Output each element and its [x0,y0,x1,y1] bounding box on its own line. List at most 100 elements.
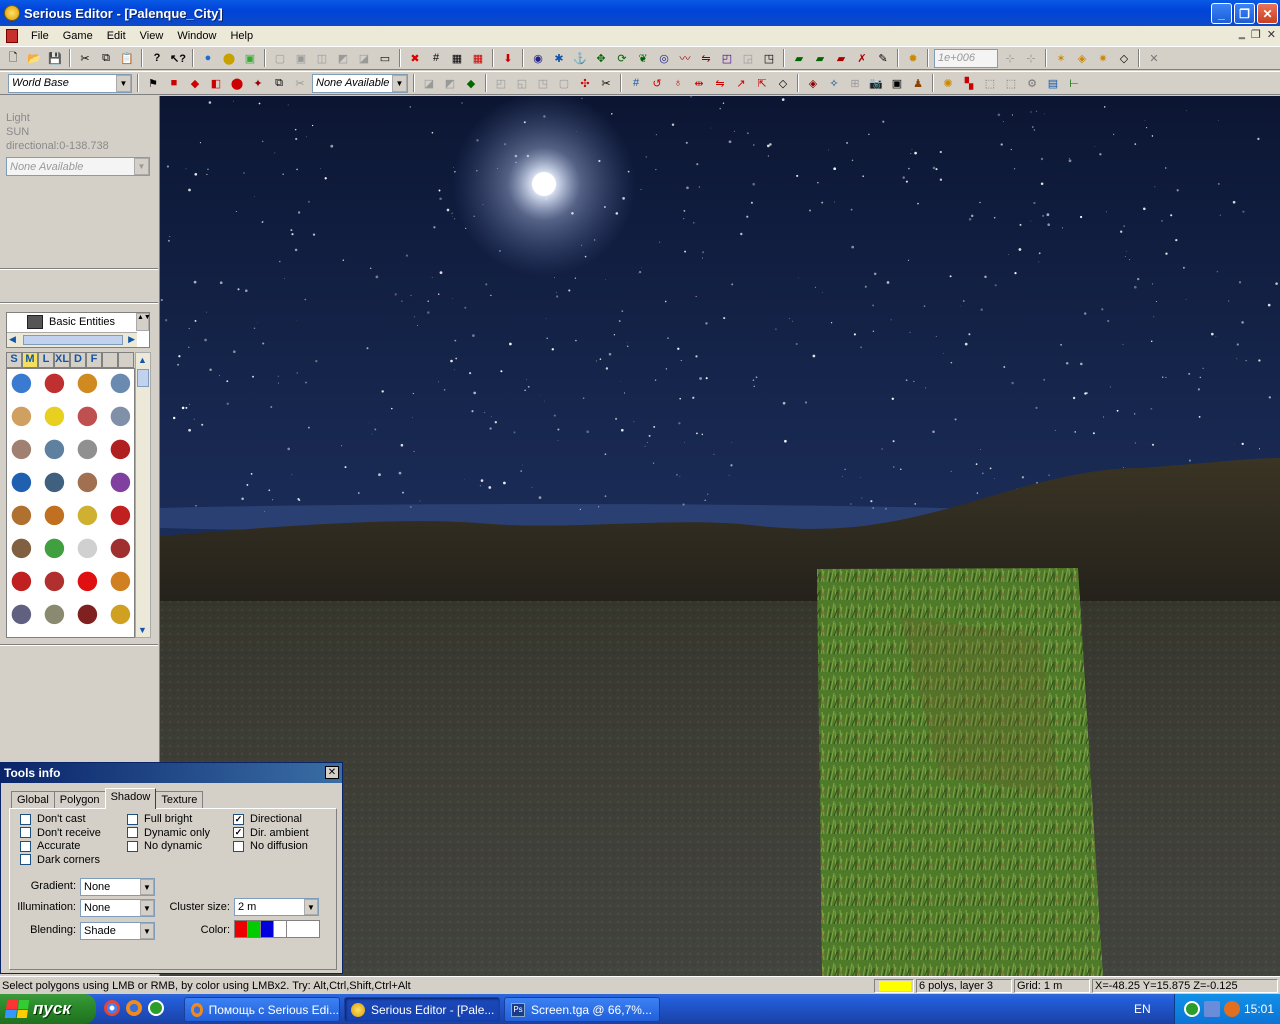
entity-thumbnail[interactable] [40,600,72,632]
gradient-combo[interactable]: None ▼ [80,878,155,896]
snap-grid-icon[interactable]: # [427,49,445,67]
grid-vscrollbar[interactable]: ▲ ▼ [135,352,151,638]
task-serious-editor[interactable]: Serious Editor - [Pale... [344,997,500,1022]
rotate-icon[interactable]: ⟳ [613,49,631,67]
snap-icon[interactable]: ⊹ [1001,49,1019,67]
entity-thumbnail[interactable] [7,402,39,434]
star-icon[interactable]: ✶ [1052,49,1070,67]
color-preview[interactable] [287,921,319,937]
lights-icon[interactable]: ✹ [904,49,922,67]
title-bar[interactable]: Serious Editor - [Palenque_City] _ ❐ ✕ [0,0,1280,26]
colors-icon[interactable]: ▚ [960,74,978,92]
checkbox-box[interactable] [20,827,31,838]
csg-join-icon[interactable]: ◩ [334,49,352,67]
entity-thumbnail[interactable] [106,402,134,434]
size-tab-d[interactable]: D [70,352,86,368]
screen-icon[interactable]: ▭ [376,49,394,67]
pin-icon[interactable]: ⊢ [1065,74,1083,92]
poly-gray6-icon[interactable]: ▢ [555,74,573,92]
menu-game[interactable]: Game [56,30,100,42]
network-icon[interactable] [1203,1001,1220,1017]
none-available-combo[interactable]: None Available ▼ [312,73,408,93]
entity-thumbnail[interactable] [7,501,39,533]
layer-delete-icon[interactable]: ✗ [853,49,871,67]
tab-global[interactable]: Global [11,791,55,809]
arrow-down-icon[interactable]: ⬇ [499,49,517,67]
csg-add-icon[interactable]: ▢ [271,49,289,67]
menu-file[interactable]: File [24,30,56,42]
render2-icon[interactable]: ✧ [825,74,843,92]
checkbox-box[interactable] [20,840,31,852]
size-tab-f[interactable]: F [86,352,102,368]
scroll-left-icon[interactable]: ◀ [9,334,16,345]
cube2-icon[interactable]: ◇ [1115,49,1133,67]
close-button[interactable]: ✕ [1257,3,1278,24]
chevron-down-icon[interactable]: ▼ [140,879,154,895]
checkbox-dark-corners[interactable]: Dark corners [20,854,100,866]
language-indicator[interactable]: EN [1134,1002,1151,1016]
tree-scroll-up-icon[interactable]: ▲▼ [136,313,151,331]
new-icon[interactable]: 🗋 [4,49,22,67]
color-blue-swatch[interactable] [261,921,274,937]
light-combo[interactable]: None Available ▼ [6,157,150,176]
vertex3-icon[interactable]: ⇹ [690,74,708,92]
entity-thumbnail[interactable] [73,501,105,533]
entity-thumbnail[interactable] [40,633,72,637]
entity-thumbnail[interactable] [73,468,105,500]
poly-gray4-icon[interactable]: ◱ [513,74,531,92]
tree-hscrollbar[interactable]: ◀ ▶ [7,332,137,347]
checkbox-don-t-cast[interactable]: Don't cast [20,813,86,825]
marker-icon[interactable]: ✖ [406,49,424,67]
menu-edit[interactable]: Edit [100,30,133,42]
entity-thumbnail[interactable] [106,567,134,599]
update-icon[interactable] [1223,1001,1240,1017]
checkbox-full-bright[interactable]: Full bright [127,813,192,825]
blending-combo[interactable]: Shade ▼ [80,922,155,940]
globe-icon[interactable]: ● [199,49,217,67]
cluster-size-combo[interactable]: 2 m ▼ [234,898,319,916]
entity-thumbnail[interactable] [73,369,105,401]
brush-red3-icon[interactable]: ◧ [207,74,225,92]
task-firefox-help[interactable]: Помощь с Serious Edi... [184,997,340,1022]
entity-thumbnail[interactable] [106,534,134,566]
checkbox-box[interactable]: ✓ [233,813,244,825]
vertex7-icon[interactable]: ◇ [774,74,792,92]
poly-gray-icon[interactable]: ◪ [420,74,438,92]
entity-thumbnail[interactable] [7,633,39,637]
checkbox-no-dynamic[interactable]: No dynamic [127,840,202,852]
checkbox-dir-ambient[interactable]: ✓ Dir. ambient [233,827,309,839]
entity-thumbnail[interactable] [106,468,134,500]
utorrent-icon[interactable] [148,1000,164,1016]
mdi-restore-icon[interactable]: ❐ [1251,28,1261,41]
scroll-thumb[interactable] [23,335,123,345]
open-icon[interactable]: 📂 [25,49,43,67]
menu-view[interactable]: View [133,30,171,42]
scroll-right-icon[interactable]: ▶ [128,334,135,345]
tree-item-basic-entities[interactable]: Basic Entities [49,316,115,328]
box2-icon[interactable]: ◲ [739,49,757,67]
checkbox-don-t-receive[interactable]: Don't receive [20,827,101,839]
tab-polygon[interactable]: Polygon [53,791,106,809]
close-icon[interactable]: ✕ [325,766,339,779]
grid-icon[interactable]: ▦ [448,49,466,67]
size-tab-m[interactable]: M [22,352,38,368]
move-icon[interactable]: ✥ [592,49,610,67]
size-tab-empty[interactable] [102,352,118,368]
entity-thumbnail[interactable] [106,633,134,637]
entity-thumbnail[interactable] [73,633,105,637]
entity-thumbnail[interactable] [7,369,39,401]
poly-red-icon[interactable]: ✣ [576,74,594,92]
checkbox-accurate[interactable]: Accurate [20,840,80,852]
snap2-icon[interactable]: ⊹ [1022,49,1040,67]
brush-copy-icon[interactable]: ⧉ [270,74,288,92]
entity-thumbnail[interactable] [106,600,134,632]
mirror-icon[interactable]: ⇋ [697,49,715,67]
checkbox-box[interactable] [233,840,244,852]
entity-thumbnail[interactable] [73,534,105,566]
checkbox-dynamic-only[interactable]: Dynamic only [127,827,210,839]
entity-thumbnail[interactable] [7,435,39,467]
color-alpha-swatch[interactable] [274,921,287,937]
brush-red5-icon[interactable]: ✦ [249,74,267,92]
entity-icon-grid[interactable] [6,368,135,638]
size-tab-l[interactable]: L [38,352,54,368]
